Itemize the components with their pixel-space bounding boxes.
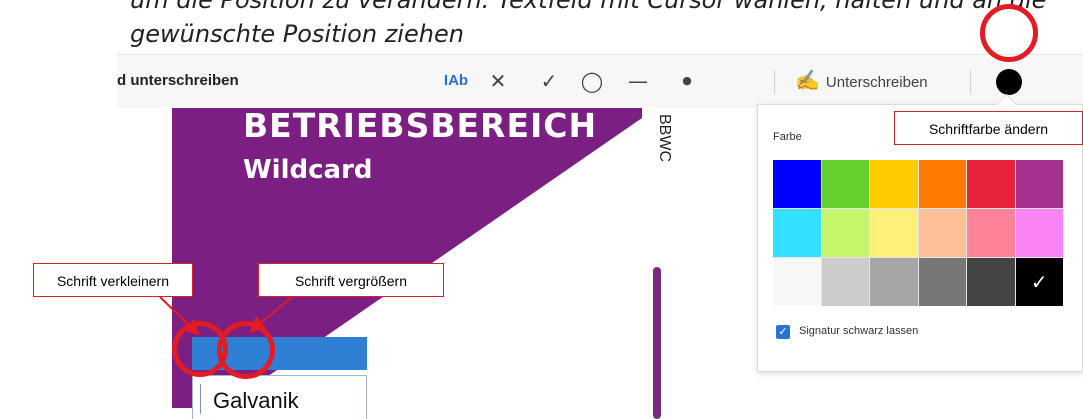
highlight-ring-color (980, 4, 1038, 62)
sign-button-label: Unterschreiben (825, 74, 928, 91)
line-tool-button[interactable]: — (623, 66, 653, 96)
color-swatch[interactable] (870, 160, 918, 208)
purple-divider (653, 267, 661, 419)
text-format-label: Ab (299, 8, 323, 24)
dot-tool-button[interactable]: ● (672, 66, 702, 96)
text-cursor (200, 384, 201, 414)
toolbar-divider (774, 70, 775, 94)
instruction-line-2: gewünschte Position ziehen (130, 20, 464, 48)
color-swatch[interactable] (967, 160, 1015, 208)
pen-signature-icon: ✍ (795, 70, 820, 92)
sign-toolbar: d unterschreiben IAb ✕ ✓ ◯ — ● ✍ Untersch… (117, 54, 1083, 109)
color-picker-button[interactable] (996, 69, 1022, 95)
keep-black-checkbox[interactable]: ✓ (776, 325, 790, 339)
ellipse-tool-button[interactable]: ◯ (577, 66, 607, 96)
color-swatch[interactable] (1015, 160, 1063, 208)
instruction-line-1: um die Position zu verändern: Textfeld m… (130, 0, 1047, 14)
color-swatch[interactable] (967, 209, 1015, 257)
color-swatch[interactable] (773, 209, 821, 257)
selected-check-icon: ✓ (1030, 270, 1048, 294)
font-smaller-button[interactable]: A (198, 0, 218, 33)
callout-font-bigger: Schrift vergrößern (258, 263, 444, 297)
sign-button[interactable]: ✍ Unterschreiben (795, 66, 928, 96)
color-swatch[interactable] (821, 209, 869, 257)
color-swatch[interactable] (918, 209, 966, 257)
color-swatch[interactable] (967, 258, 1015, 306)
toolbar-divider (970, 70, 971, 94)
more-options-icon[interactable]: ··· (330, 0, 358, 33)
color-swatch[interactable] (821, 258, 869, 306)
color-label: Farbe (773, 131, 802, 143)
color-swatch-grid: ✓ (773, 160, 1063, 306)
color-swatch[interactable] (918, 160, 966, 208)
text-format-button[interactable]: Ab (298, 0, 324, 33)
keep-black-label: Signatur schwarz lassen (799, 325, 919, 337)
highlight-ring-bigger (217, 321, 275, 379)
color-swatch[interactable] (918, 258, 966, 306)
add-text-button[interactable]: IAb (436, 66, 476, 96)
checkmark-tool-button[interactable]: ✓ (534, 66, 564, 96)
banner-title: BETRIEBSBEREICH (243, 106, 598, 145)
vertical-doc-label: BBWC (656, 114, 673, 162)
color-swatch[interactable]: ✓ (1015, 258, 1063, 306)
color-swatch[interactable] (870, 258, 918, 306)
callout-font-smaller: Schrift verkleinern (33, 263, 193, 297)
trash-icon[interactable]: 🗑 (272, 0, 294, 33)
callout-font-color: Schriftfarbe ändern (894, 111, 1083, 145)
color-swatch[interactable] (1015, 209, 1063, 257)
toolbar-title: d unterschreiben (117, 72, 239, 89)
color-swatch[interactable] (773, 258, 821, 306)
color-swatch[interactable] (773, 160, 821, 208)
text-field-value: Galvanik (213, 388, 299, 413)
color-swatch[interactable] (870, 209, 918, 257)
banner-subtitle: Wildcard (243, 155, 373, 185)
font-bigger-button[interactable]: A (230, 0, 258, 33)
cross-tool-button[interactable]: ✕ (483, 66, 513, 96)
color-swatch[interactable] (821, 160, 869, 208)
